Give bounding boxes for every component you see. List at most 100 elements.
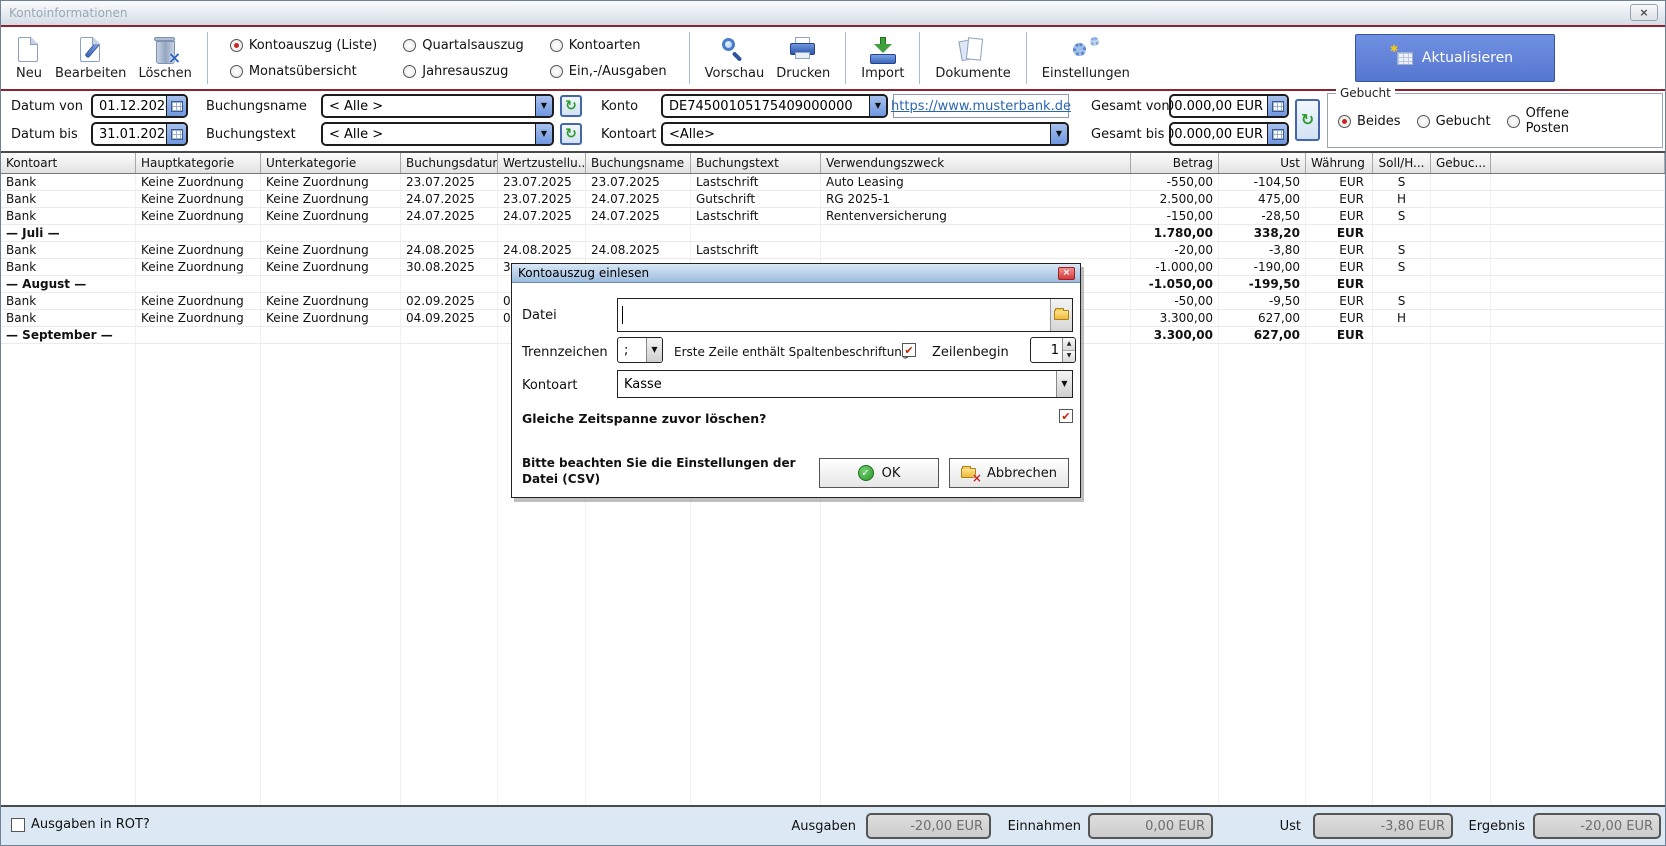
radio-option[interactable]: Kontoauszug (Liste) (230, 38, 377, 53)
toolbar-separator (1026, 32, 1027, 84)
spinner-up-button[interactable]: ▲ (1063, 338, 1075, 351)
table-cell: 23.07.2025 (498, 174, 586, 190)
folder-icon (1054, 310, 1069, 320)
checkbox-icon: ✔ (11, 818, 25, 832)
table-cell (1491, 276, 1665, 292)
radio-option[interactable]: Gebucht (1417, 114, 1491, 129)
radio-icon (1417, 115, 1430, 128)
abbrechen-label: Abbrechen (987, 466, 1057, 481)
radio-option[interactable]: Ein,-/Ausgaben (550, 64, 667, 79)
radio-option[interactable]: Monatsübersicht (230, 64, 377, 79)
table-row[interactable]: BankKeine ZuordnungKeine Zuordnung24.08.… (1, 242, 1665, 259)
datei-input[interactable] (617, 298, 1073, 332)
dropdown-arrow-button[interactable]: ▼ (1050, 124, 1067, 144)
print-button[interactable]: Drucken (770, 34, 836, 83)
column-header[interactable]: Währung (1306, 153, 1373, 173)
radio-option[interactable]: Kontoarten (550, 38, 667, 53)
column-header[interactable]: Buchungstext (691, 153, 821, 173)
aktualisieren-button[interactable]: ✱ Aktualisieren (1355, 34, 1555, 82)
browse-file-button[interactable] (1050, 299, 1072, 331)
column-header[interactable]: Betrag (1131, 153, 1219, 173)
dropdown-arrow-button[interactable]: ▼ (535, 124, 552, 144)
abbrechen-button[interactable]: × Abbrechen (949, 458, 1069, 488)
datum-von-input[interactable]: 01.12.2024 (91, 94, 188, 118)
table-cell: 24.07.2025 (401, 208, 498, 224)
datum-bis-value: 31.01.2026 (93, 124, 166, 144)
table-cell: Keine Zuordnung (261, 191, 401, 207)
table-group-row[interactable]: — Juli —1.780,00338,20EUR (1, 225, 1665, 242)
table-cell: Bank (1, 174, 136, 190)
dropdown-arrow-button[interactable]: ▼ (869, 96, 886, 116)
table-row[interactable]: BankKeine ZuordnungKeine Zuordnung23.07.… (1, 174, 1665, 191)
kontoart-dropdown[interactable]: <Alle> ▼ (661, 122, 1069, 146)
column-header[interactable]: Buchungsdatum (401, 153, 498, 173)
radio-option[interactable]: Offene Posten (1507, 107, 1582, 136)
column-header[interactable] (1491, 153, 1665, 173)
bank-website-link[interactable]: https://www.musterbank.de (891, 99, 1071, 114)
konto-dropdown[interactable]: DE74500105175409000000 ▼ (661, 94, 888, 118)
zeilenbegin-spinner[interactable]: 1 ▲ ▼ (1030, 337, 1076, 363)
table-cell (1431, 327, 1491, 343)
refresh-buchungstext-button[interactable]: ↻ (560, 123, 582, 145)
konto-label: Konto (601, 100, 638, 113)
buchungstext-dropdown[interactable]: < Alle > ▼ (321, 122, 554, 146)
calendar-button[interactable] (166, 124, 186, 144)
column-header[interactable]: Wertzustellu... (498, 153, 586, 173)
table-cell (1373, 327, 1431, 343)
dropdown-arrow-button[interactable]: ▼ (1056, 371, 1072, 397)
gesamt-von-input[interactable]: -100.000,00 EUR (1169, 94, 1289, 118)
window-close-button[interactable]: × (1630, 4, 1658, 21)
zeitspanne-checkbox[interactable]: ✔ (1059, 409, 1073, 423)
ausgaben-rot-checkbox[interactable]: ✔ Ausgaben in ROT? (11, 817, 150, 832)
gesamt-bis-input[interactable]: 100.000,00 EUR (1169, 122, 1289, 146)
radio-option[interactable]: Quartalsauszug (403, 38, 524, 53)
edit-icon (77, 37, 105, 64)
refresh-buchungsname-button[interactable]: ↻ (560, 95, 582, 117)
table-header: KontoartHauptkategorieUnterkategorieBuch… (1, 153, 1665, 174)
preview-button[interactable]: Vorschau (699, 34, 771, 83)
column-header[interactable]: Kontoart (1, 153, 136, 173)
ok-button[interactable]: ✓ OK (819, 458, 939, 488)
buchungsname-dropdown[interactable]: < Alle > ▼ (321, 94, 554, 118)
dialog-close-button[interactable]: × (1058, 267, 1075, 280)
kontoart-label: Kontoart (601, 128, 657, 141)
column-header[interactable]: Buchungsname (586, 153, 691, 173)
chevron-down-icon: ▼ (541, 102, 547, 110)
dropdown-arrow-button[interactable]: ▼ (646, 338, 662, 362)
settings-button[interactable]: Einstellungen (1036, 34, 1136, 83)
new-button[interactable]: Neu (9, 34, 49, 83)
calculator-button[interactable] (1267, 96, 1287, 116)
column-header[interactable]: Ust (1219, 153, 1306, 173)
radio-option[interactable]: Jahresauszug (403, 64, 524, 79)
delete-button[interactable]: ×Löschen (132, 34, 197, 83)
radio-icon (550, 65, 563, 78)
column-header[interactable]: Unterkategorie (261, 153, 401, 173)
table-cell: EUR (1306, 259, 1373, 275)
preview-button-label: Vorschau (705, 67, 765, 80)
trennzeichen-dropdown[interactable]: ; ▼ (617, 337, 663, 363)
import-button[interactable]: Import (855, 34, 910, 83)
edit-button[interactable]: Bearbeiten (49, 34, 132, 83)
kontoauszug-einlesen-dialog: Kontoauszug einlesen × Datei Trennzeiche… (511, 263, 1081, 498)
column-header[interactable]: Soll/H... (1373, 153, 1431, 173)
dropdown-arrow-button[interactable]: ▼ (535, 96, 552, 116)
refresh-gesamt-button[interactable]: ↻ (1295, 99, 1320, 141)
datum-bis-input[interactable]: 31.01.2026 (91, 122, 188, 146)
dialog-kontoart-dropdown[interactable]: Kasse ▼ (617, 370, 1073, 398)
radio-option[interactable]: Beides (1338, 114, 1401, 129)
calculator-button[interactable] (1267, 124, 1287, 144)
column-header[interactable]: Hauptkategorie (136, 153, 261, 173)
table-row[interactable]: BankKeine ZuordnungKeine Zuordnung24.07.… (1, 208, 1665, 225)
table-cell: EUR (1306, 327, 1373, 343)
table-cell: Keine Zuordnung (136, 259, 261, 275)
erste-zeile-checkbox[interactable]: ✔ (902, 343, 916, 357)
new-button-label: Neu (16, 67, 42, 80)
spinner-down-button[interactable]: ▼ (1063, 351, 1075, 363)
documents-button[interactable]: Dokumente (929, 34, 1016, 83)
table-cell: Keine Zuordnung (136, 242, 261, 258)
table-row[interactable]: BankKeine ZuordnungKeine Zuordnung24.07.… (1, 191, 1665, 208)
ust-label: Ust (1241, 819, 1301, 834)
column-header[interactable]: Verwendungszweck (821, 153, 1131, 173)
column-header[interactable]: Gebuc... (1431, 153, 1491, 173)
calendar-button[interactable] (166, 96, 186, 116)
